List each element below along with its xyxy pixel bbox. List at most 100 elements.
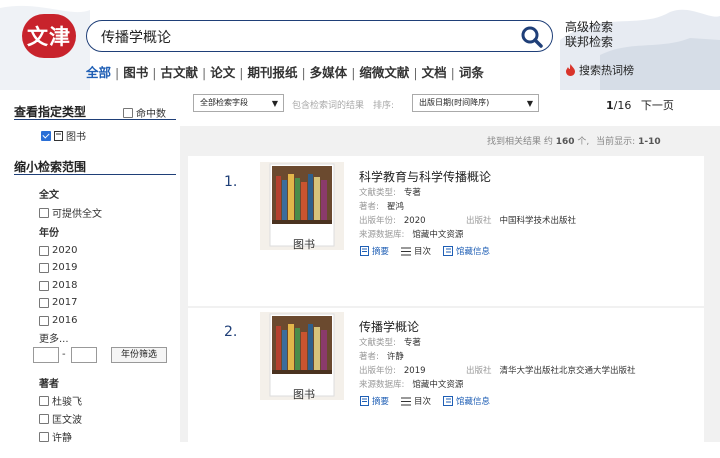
year-label: 2020 xyxy=(52,245,78,256)
search-input[interactable]: 传播学概论 xyxy=(101,27,171,47)
year-option[interactable]: 2018 xyxy=(39,280,77,291)
type-book-label: 图书 xyxy=(66,132,86,143)
fulltext-label: 可提供全文 xyxy=(52,209,102,220)
nav-tab-theses[interactable]: 论文 xyxy=(210,65,235,80)
author-checkbox[interactable] xyxy=(39,413,49,424)
author-value[interactable]: 翟鸿 xyxy=(387,202,404,212)
list-icon xyxy=(401,397,412,405)
page-current: 1 xyxy=(606,99,614,112)
wenjin-logo[interactable]: 文津 xyxy=(22,14,76,58)
abstract-link[interactable]: 摘要 xyxy=(360,245,389,257)
result-source: 来源数据库: 馆藏中文资源 xyxy=(359,228,463,240)
nav-separator: | xyxy=(239,65,244,80)
toc-link[interactable]: 目次 xyxy=(401,395,431,407)
year-checkbox[interactable] xyxy=(39,280,49,291)
more-years-link[interactable]: 更多... xyxy=(39,330,69,345)
nav-tab-all[interactable]: 全部 xyxy=(86,65,111,80)
year-checkbox[interactable] xyxy=(39,245,49,256)
nav-tab-multimedia[interactable]: 多媒体 xyxy=(310,65,348,80)
search-icon[interactable] xyxy=(520,25,544,49)
summary-range: 1-10 xyxy=(638,137,661,147)
holdings-label: 馆藏信息 xyxy=(456,397,491,407)
year-value: 2020 xyxy=(403,216,426,226)
holdings-link[interactable]: 馆藏信息 xyxy=(443,245,490,257)
year-option[interactable]: 2016 xyxy=(39,315,77,326)
search-field-value: 全部检索字段 xyxy=(200,98,248,107)
result-title[interactable]: 传播学概论 xyxy=(359,318,419,335)
abstract-label: 摘要 xyxy=(372,397,390,407)
result-title[interactable]: 科学教育与科学传播概论 xyxy=(359,168,491,185)
nav-separator: | xyxy=(450,65,455,80)
author-value[interactable]: 许静 xyxy=(387,352,404,362)
year-label: 2019 xyxy=(52,262,78,273)
next-page-link[interactable]: 下一页 xyxy=(641,99,674,112)
holdings-link[interactable]: 馆藏信息 xyxy=(443,395,490,407)
nav-tab-periodicals[interactable]: 期刊报纸 xyxy=(247,65,297,80)
result-number: 2. xyxy=(224,324,238,340)
year-to-input[interactable] xyxy=(71,347,97,363)
nav-tab-microform[interactable]: 缩微文献 xyxy=(359,65,409,80)
search-box[interactable]: 传播学概论 xyxy=(86,20,553,52)
result-publisher: 出版社 清华大学出版社北京交通大学出版社 xyxy=(466,364,636,376)
result-year: 出版年份: 2020 xyxy=(359,214,426,226)
hit-count-label: 命中数 xyxy=(136,109,166,120)
type-filter-title: 查看指定类型 xyxy=(14,105,87,119)
publisher-value: 中国科学技术出版社 xyxy=(499,216,577,226)
result-publisher: 出版社 中国科学技术出版社 xyxy=(466,214,576,226)
nav-separator: | xyxy=(301,65,306,80)
advanced-search-link[interactable]: 高级检索 xyxy=(565,20,613,35)
result-actions: 摘要 目次 馆藏信息 xyxy=(360,245,490,257)
flame-icon xyxy=(566,64,575,76)
fulltext-group-title: 全文 xyxy=(39,190,59,201)
federated-search-link[interactable]: 联邦检索 xyxy=(565,35,613,50)
year-checkbox[interactable] xyxy=(39,315,49,326)
year-filter-button[interactable]: 年份筛选 xyxy=(111,347,167,363)
nav-tab-documents[interactable]: 文档 xyxy=(422,65,447,80)
narrow-scope-title: 缩小检索范围 xyxy=(14,160,87,174)
fulltext-option[interactable]: 可提供全文 xyxy=(39,205,102,220)
author-option[interactable]: 匡文波 xyxy=(39,411,82,426)
year-checkbox[interactable] xyxy=(39,262,49,273)
result-actions: 摘要 目次 馆藏信息 xyxy=(360,395,490,407)
nav-tab-entries[interactable]: 词条 xyxy=(459,65,484,80)
publisher-label: 出版社 xyxy=(466,216,492,226)
type-book-checkbox[interactable] xyxy=(41,130,51,141)
nav-tab-books[interactable]: 图书 xyxy=(123,65,148,80)
summary-suffix: 个, xyxy=(577,137,590,147)
type-value: 专著 xyxy=(403,188,421,198)
year-label: 出版年份: xyxy=(359,366,396,376)
toc-label: 目次 xyxy=(414,397,432,407)
result-author: 著者: 翟鸿 xyxy=(359,200,404,212)
chevron-down-icon: ▼ xyxy=(271,99,278,108)
type-label: 文献类型: xyxy=(359,188,396,198)
book-icon xyxy=(54,130,63,141)
toc-link[interactable]: 目次 xyxy=(401,245,431,257)
type-book-option[interactable]: 图书 xyxy=(41,128,86,143)
author-checkbox[interactable] xyxy=(39,431,49,442)
divider xyxy=(14,119,176,120)
year-range-separator: - xyxy=(62,349,66,360)
year-from-input[interactable] xyxy=(33,347,59,363)
year-group-title: 年份 xyxy=(39,228,59,239)
include-results-label[interactable]: 包含检索词的结果 xyxy=(292,98,364,111)
search-field-select[interactable]: 全部检索字段 ▼ xyxy=(193,94,284,112)
hit-count-toggle[interactable]: 命中数 xyxy=(123,105,166,120)
source-value: 馆藏中文资源 xyxy=(412,230,464,240)
fulltext-checkbox[interactable] xyxy=(39,207,49,218)
nav-tab-ancient[interactable]: 古文献 xyxy=(160,65,198,80)
hit-count-checkbox[interactable] xyxy=(123,107,133,118)
author-checkbox[interactable] xyxy=(39,395,49,406)
sort-select[interactable]: 出版日期(时间降序) ▼ xyxy=(412,94,539,112)
year-checkbox[interactable] xyxy=(39,297,49,308)
sort-value: 出版日期(时间降序) xyxy=(419,98,490,107)
year-option[interactable]: 2019 xyxy=(39,262,77,273)
abstract-link[interactable]: 摘要 xyxy=(360,395,389,407)
year-option[interactable]: 2017 xyxy=(39,297,77,308)
author-option[interactable]: 杜骏飞 xyxy=(39,393,82,408)
author-label: 匡文波 xyxy=(52,415,82,426)
hot-words-link[interactable]: 搜索热词榜 xyxy=(565,62,634,78)
type-label: 文献类型: xyxy=(359,338,396,348)
toc-label: 目次 xyxy=(414,247,432,257)
year-option[interactable]: 2020 xyxy=(39,245,77,256)
divider xyxy=(14,174,176,175)
